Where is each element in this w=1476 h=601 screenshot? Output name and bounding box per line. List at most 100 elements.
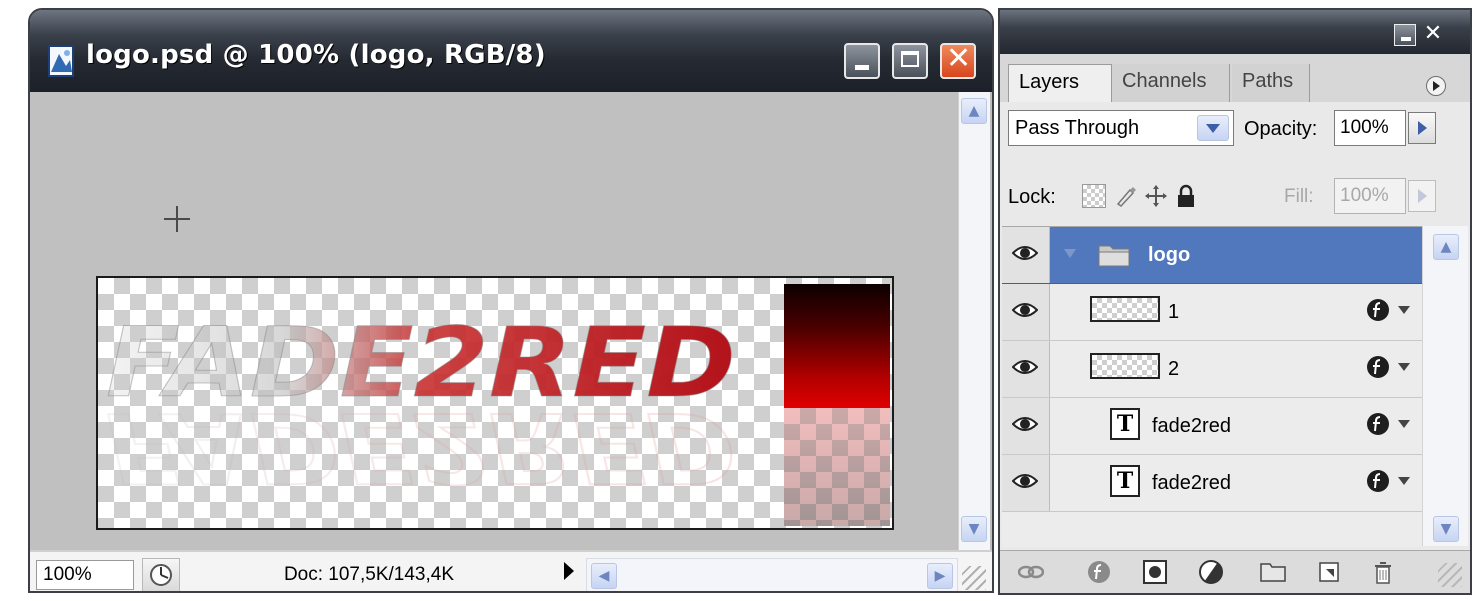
fill-field[interactable]: 100% <box>1334 178 1406 214</box>
status-bar: 100% Doc: 107,5K/143,4K ◀ ▶ <box>30 550 992 591</box>
link-layers-icon[interactable] <box>1018 559 1044 585</box>
layer-visibility-toggle[interactable] <box>1002 284 1050 340</box>
tab-channels[interactable]: Channels <box>1112 64 1230 102</box>
layer-visibility-toggle[interactable] <box>1002 341 1050 397</box>
layer-row-2[interactable]: 2 <box>1002 341 1422 398</box>
fill-label: Fill: <box>1284 186 1314 207</box>
layer-row-1[interactable]: 1 <box>1002 284 1422 341</box>
maximize-icon <box>901 51 919 67</box>
layer-effects-icon[interactable] <box>1366 412 1390 436</box>
lock-transparent-pixels-icon[interactable] <box>1082 184 1106 208</box>
document-window: logo.psd @ 100% (logo, RGB/8) ✕ FADE2RED… <box>28 8 994 593</box>
layer-row-fade2red-2[interactable]: T fade2red <box>1002 455 1422 512</box>
layers-panel: ✕ Layers Channels Paths Pass Through Opa… <box>998 8 1472 595</box>
panel-resize-grip-icon[interactable] <box>1438 563 1462 587</box>
layer-visibility-toggle[interactable] <box>1002 398 1050 454</box>
layers-vertical-scrollbar[interactable]: ▲ ▼ <box>1422 226 1468 546</box>
tab-layers[interactable]: Layers <box>1008 64 1112 102</box>
eye-icon <box>1012 303 1038 317</box>
effects-expand-icon[interactable] <box>1398 477 1410 485</box>
opacity-field[interactable]: 100% <box>1334 110 1406 146</box>
text-layer-icon: T <box>1110 465 1140 497</box>
layer-row-fade2red[interactable]: T fade2red <box>1002 398 1422 455</box>
tab-paths[interactable]: Paths <box>1232 64 1310 102</box>
blend-mode-select[interactable]: Pass Through <box>1008 110 1234 146</box>
panel-menu-arrow-icon <box>1433 81 1440 91</box>
new-adjustment-layer-icon[interactable] <box>1198 559 1224 585</box>
layer-name: 2 <box>1168 358 1180 380</box>
effects-expand-icon[interactable] <box>1398 363 1410 371</box>
layer-name: fade2red <box>1152 415 1231 437</box>
gradient-swatch-reflection-tint <box>784 408 890 526</box>
add-layer-style-icon[interactable] <box>1086 559 1112 585</box>
zoom-level-field[interactable]: 100% <box>36 560 134 590</box>
status-timer-button[interactable] <box>142 558 180 591</box>
document-title-bar[interactable]: logo.psd @ 100% (logo, RGB/8) ✕ <box>30 10 992 92</box>
layer-effects-icon[interactable] <box>1366 355 1390 379</box>
effects-expand-icon[interactable] <box>1398 306 1410 314</box>
scroll-down-button[interactable]: ▼ <box>961 516 987 542</box>
horizontal-scrollbar[interactable]: ◀ ▶ <box>586 558 958 591</box>
opacity-slider-button[interactable] <box>1408 112 1436 144</box>
blend-mode-value: Pass Through <box>1015 117 1140 139</box>
minimize-icon <box>1401 37 1411 41</box>
logo-text-reflection: FADE2RED <box>106 391 736 503</box>
panel-tab-bar: Layers Channels Paths <box>1000 54 1470 102</box>
layer-thumbnail <box>1090 296 1160 322</box>
new-group-icon[interactable] <box>1260 559 1286 585</box>
eye-icon <box>1012 246 1038 260</box>
layer-visibility-toggle[interactable] <box>1002 455 1050 511</box>
layer-effects-icon[interactable] <box>1366 469 1390 493</box>
chevron-down-icon <box>1206 124 1220 133</box>
document-title: logo.psd @ 100% (logo, RGB/8) <box>86 40 546 70</box>
layer-name: fade2red <box>1152 472 1231 494</box>
layer-row-logo[interactable]: logo <box>1002 227 1422 284</box>
layers-list: logo 1 2 T fade2red T fade2red <box>1002 226 1422 547</box>
fill-slider-button[interactable] <box>1408 180 1436 212</box>
fade2red-logo-artwork: FADE2RED FADE2RED <box>105 307 737 505</box>
effects-expand-icon[interactable] <box>1398 420 1410 428</box>
trash-icon[interactable] <box>1370 559 1396 585</box>
eye-icon <box>1012 417 1038 431</box>
scroll-up-button[interactable]: ▲ <box>1433 234 1459 260</box>
psd-document-icon <box>48 45 74 77</box>
lock-image-pixels-icon[interactable] <box>1114 184 1138 208</box>
minimize-button[interactable] <box>844 43 880 79</box>
lock-all-icon[interactable] <box>1174 184 1198 208</box>
lock-label: Lock: <box>1008 186 1056 208</box>
timer-icon <box>150 564 172 586</box>
panel-minimize-button[interactable] <box>1394 24 1416 46</box>
maximize-button[interactable] <box>892 43 928 79</box>
scroll-up-button[interactable]: ▲ <box>961 98 987 124</box>
scroll-left-button[interactable]: ◀ <box>591 563 617 589</box>
group-expand-triangle-icon[interactable] <box>1064 249 1076 258</box>
text-layer-icon: T <box>1110 408 1140 440</box>
layer-name: logo <box>1148 244 1191 266</box>
gradient-swatch <box>784 284 890 408</box>
minimize-icon <box>855 65 869 70</box>
opacity-label: Opacity: <box>1244 118 1318 140</box>
panel-title-bar[interactable]: ✕ <box>1000 10 1470 54</box>
chevron-right-icon <box>1418 189 1427 203</box>
close-button[interactable]: ✕ <box>940 41 976 79</box>
folder-icon <box>1098 245 1130 267</box>
vertical-scrollbar[interactable]: ▲ ▼ <box>958 92 990 550</box>
add-layer-mask-icon[interactable] <box>1142 559 1168 585</box>
new-layer-icon[interactable] <box>1316 559 1342 585</box>
eye-icon <box>1012 474 1038 488</box>
scroll-right-button[interactable]: ▶ <box>927 563 953 589</box>
layer-visibility-toggle[interactable] <box>1002 227 1050 283</box>
panel-menu-button[interactable] <box>1426 76 1446 96</box>
image-canvas[interactable]: FADE2RED FADE2RED <box>96 276 894 530</box>
layer-thumbnail <box>1090 353 1160 379</box>
status-menu-arrow-icon[interactable] <box>564 562 574 580</box>
lock-position-icon[interactable] <box>1144 184 1168 208</box>
blend-mode-dropdown-button[interactable] <box>1197 115 1229 141</box>
resize-grip-icon[interactable] <box>962 566 986 590</box>
layers-panel-toolbar <box>1000 550 1470 593</box>
eye-icon <box>1012 360 1038 374</box>
layer-effects-icon[interactable] <box>1366 298 1390 322</box>
panel-close-button[interactable]: ✕ <box>1422 23 1444 46</box>
canvas-workspace[interactable]: FADE2RED FADE2RED <box>30 92 958 550</box>
scroll-down-button[interactable]: ▼ <box>1433 516 1459 542</box>
